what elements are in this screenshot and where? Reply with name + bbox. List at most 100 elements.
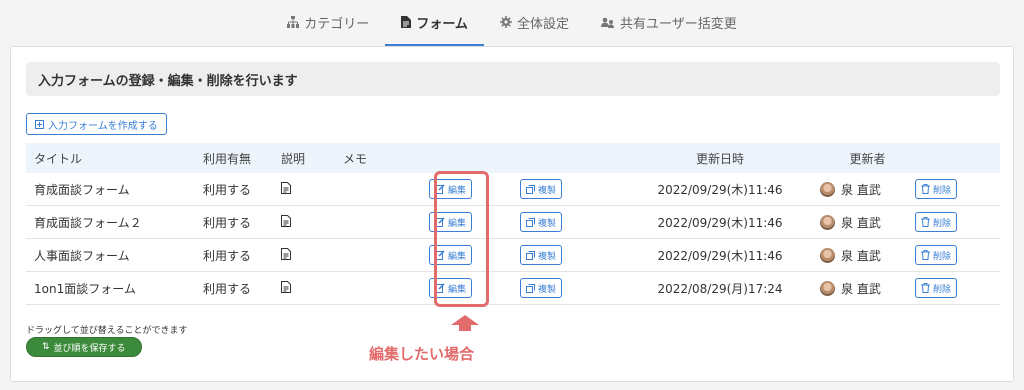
edit-label: 編集: [448, 251, 467, 262]
table-row[interactable]: 育成面談フォーム 利用する 編集 複製 2022/09/29(木)11:46 泉…: [26, 173, 1000, 206]
row-delete-cell: 削除: [915, 278, 1000, 298]
copy-icon: [526, 250, 535, 260]
row-date: 2022/09/29(木)11:46: [657, 215, 783, 230]
avatar: [820, 280, 835, 296]
row-edit-cell: 編集: [427, 179, 520, 199]
table-row[interactable]: 1on1面談フォーム 利用する 編集 複製 2022/08/29(月)17:24…: [26, 272, 1000, 305]
delete-label: 削除: [933, 185, 952, 196]
tab-shared-users-label: 共有ユーザー括変更: [619, 16, 737, 32]
file-icon: [401, 16, 412, 28]
tab-category-label: カテゴリー: [304, 16, 370, 32]
drag-note: ドラッグして並び替えることができます: [26, 326, 188, 336]
save-order-label: 並び順を保存する: [53, 343, 126, 354]
delete-label: 削除: [933, 284, 952, 295]
row-date: 2022/09/29(木)11:46: [657, 182, 783, 197]
plus-square-icon: [35, 119, 44, 129]
header-title: タイトル: [34, 151, 83, 166]
row-edit-cell: 編集: [427, 278, 520, 298]
delete-button[interactable]: 削除: [915, 245, 958, 265]
edit-button[interactable]: 編集: [429, 278, 473, 298]
row-desc: [281, 280, 343, 296]
header-user: 更新者: [849, 151, 886, 166]
row-delete-cell: 削除: [915, 245, 1000, 265]
row-edit-cell: 編集: [427, 245, 520, 265]
delete-button[interactable]: 削除: [915, 212, 958, 232]
row-date: 2022/09/29(木)11:46: [657, 248, 783, 263]
row-usage: 利用する: [203, 248, 252, 263]
edit-icon: [435, 283, 445, 293]
create-form-label: 入力フォームを作成する: [48, 120, 158, 132]
copy-label: 複製: [538, 251, 557, 262]
row-user: 泉 直武: [820, 247, 915, 264]
form-management-panel: 入力フォームの登録・編集・削除を行います 入力フォームを作成する タイトル 利用…: [10, 46, 1014, 382]
row-user: 泉 直武: [820, 181, 915, 198]
arrow-up-icon: [451, 315, 479, 331]
copy-button[interactable]: 複製: [520, 278, 563, 298]
row-delete-cell: 削除: [915, 179, 1000, 199]
row-user-name: 泉 直武: [841, 215, 881, 230]
table-row[interactable]: 人事面談フォーム 利用する 編集 複製 2022/09/29(木)11:46 泉…: [26, 239, 1000, 272]
tab-form[interactable]: フォーム: [385, 0, 484, 46]
tab-form-label: フォーム: [416, 16, 468, 32]
avatar: [820, 181, 835, 197]
header-desc: 説明: [281, 151, 306, 166]
copy-icon: [526, 283, 535, 293]
form-table: タイトル 利用有無 説明 メモ 更新日時 更新者 育成面談フォーム 利用する 編…: [26, 143, 1000, 305]
row-date: 2022/08/29(月)17:24: [657, 281, 783, 296]
avatar: [820, 247, 835, 263]
gear-icon: [499, 16, 512, 28]
row-title: 育成面談フォーム: [34, 182, 130, 197]
copy-button[interactable]: 複製: [520, 179, 563, 199]
row-copy-cell: 複製: [520, 212, 620, 232]
create-form-button[interactable]: 入力フォームを作成する: [26, 113, 167, 135]
tab-shared-users[interactable]: 共有ユーザー括変更: [585, 0, 753, 46]
copy-icon: [526, 184, 535, 194]
row-desc: [281, 214, 343, 230]
row-edit-cell: 編集: [427, 212, 520, 232]
copy-label: 複製: [538, 185, 557, 196]
tab-category[interactable]: カテゴリー: [271, 0, 385, 46]
save-order-button[interactable]: ⇅ 並び順を保存する: [26, 337, 142, 357]
row-user-name: 泉 直武: [841, 182, 881, 197]
panel-heading: 入力フォームの登録・編集・削除を行います: [26, 62, 1000, 96]
edit-button[interactable]: 編集: [429, 245, 473, 265]
row-user-name: 泉 直武: [841, 281, 881, 296]
users-icon: [600, 17, 614, 28]
edit-callout-text: 編集したい場合: [369, 345, 475, 363]
row-title: 育成面談フォーム２: [34, 215, 142, 230]
row-delete-cell: 削除: [915, 212, 1000, 232]
delete-label: 削除: [933, 218, 952, 229]
copy-button[interactable]: 複製: [520, 245, 563, 265]
document-icon[interactable]: [281, 247, 291, 260]
row-desc: [281, 181, 343, 197]
row-user-name: 泉 直武: [841, 248, 881, 263]
header-usage: 利用有無: [203, 151, 252, 166]
sitemap-icon: [287, 16, 300, 28]
edit-button[interactable]: 編集: [429, 179, 473, 199]
delete-label: 削除: [933, 251, 952, 262]
document-icon[interactable]: [281, 181, 291, 194]
avatar: [820, 214, 835, 230]
row-user: 泉 直武: [820, 214, 915, 231]
row-user: 泉 直武: [820, 280, 915, 297]
trash-icon: [921, 250, 930, 260]
table-row[interactable]: 育成面談フォーム２ 利用する 編集 複製 2022/09/29(木)11:46 …: [26, 206, 1000, 239]
trash-icon: [921, 184, 930, 194]
edit-label: 編集: [448, 284, 467, 295]
trash-icon: [921, 217, 930, 227]
copy-label: 複製: [538, 218, 557, 229]
tab-global-settings[interactable]: 全体設定: [484, 0, 585, 46]
row-title: 1on1面談フォーム: [34, 281, 136, 296]
edit-button[interactable]: 編集: [429, 212, 473, 232]
row-usage: 利用する: [203, 182, 252, 197]
header-memo: メモ: [343, 151, 368, 166]
row-copy-cell: 複製: [520, 245, 620, 265]
delete-button[interactable]: 削除: [915, 179, 958, 199]
document-icon[interactable]: [281, 280, 291, 293]
top-tab-bar: カテゴリー フォーム 全体設定 共有ユーザー括変更: [0, 0, 1024, 46]
copy-button[interactable]: 複製: [520, 212, 563, 232]
document-icon[interactable]: [281, 214, 291, 227]
delete-button[interactable]: 削除: [915, 278, 958, 298]
edit-icon: [435, 184, 445, 194]
edit-icon: [435, 250, 445, 260]
